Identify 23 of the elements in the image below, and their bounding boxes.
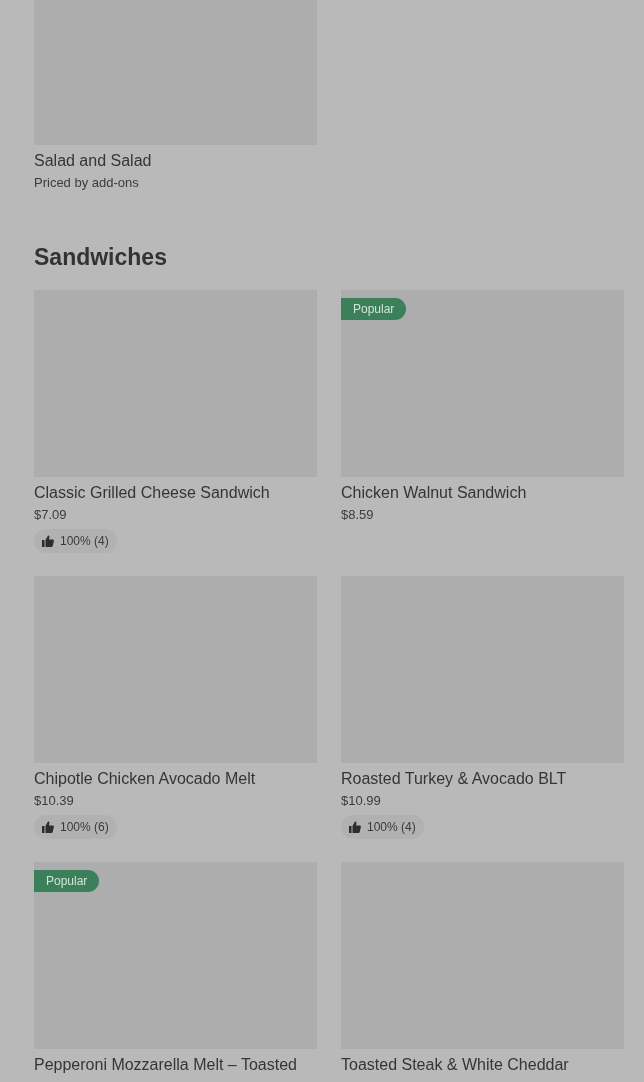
item-price: $10.99 [341, 792, 381, 810]
item-name: Chipotle Chicken Avocado Melt [34, 769, 256, 789]
rating-text: 100% (4) [60, 533, 109, 550]
item-name: Toasted Steak & White Cheddar [341, 1055, 569, 1075]
item-price: $8.59 [341, 506, 374, 524]
thumbs-up-icon [42, 821, 54, 833]
item-price: Priced by add-ons [34, 174, 140, 192]
image-placeholder[interactable]: Popular [34, 862, 317, 1049]
item-name: Classic Grilled Cheese Sandwich [34, 483, 270, 503]
popular-badge: Popular [341, 298, 407, 320]
section-heading: Sandwiches [34, 243, 168, 272]
rating-text: 100% (6) [60, 819, 109, 836]
item-name: Roasted Turkey & Avocado BLT [341, 769, 567, 789]
image-placeholder[interactable]: Popular [341, 290, 624, 477]
item-name: Pepperoni Mozzarella Melt – Toasted [34, 1055, 297, 1075]
rating-text: 100% (4) [367, 819, 416, 836]
item-price: $7.09 [34, 506, 67, 524]
item-name: Chicken Walnut Sandwich [341, 483, 527, 503]
thumbs-up-icon [349, 821, 361, 833]
item-name: Salad and Salad [34, 151, 153, 171]
thumbs-up-icon [42, 535, 54, 547]
item-price: $10.39 [34, 792, 74, 810]
popular-badge: Popular [34, 870, 100, 892]
